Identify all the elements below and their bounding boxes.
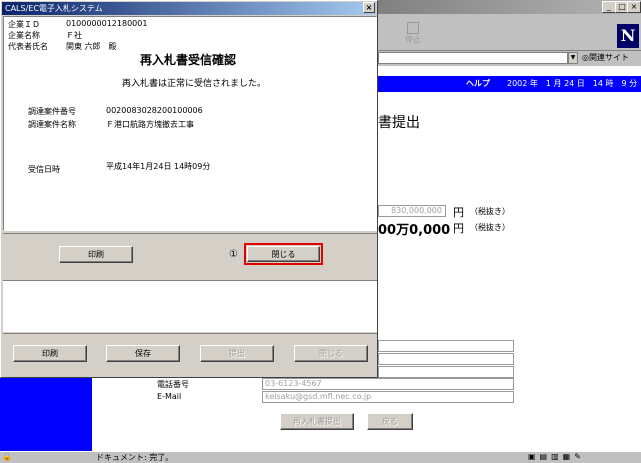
dialog-close-button[interactable]: × xyxy=(363,2,375,13)
company-name-value: Ｆ社 xyxy=(66,31,82,40)
amount-kanji-tax: （税抜き） xyxy=(470,223,510,232)
print-button[interactable]: 印刷 xyxy=(59,246,133,263)
left-blue-panel xyxy=(0,378,92,451)
amount-unit: 円 xyxy=(453,206,464,219)
amount-kanji: 00万0,000 xyxy=(378,223,451,238)
close-button[interactable]: 閉じる xyxy=(247,246,320,262)
dialog-message: 再入札書は正常に受信されました。 xyxy=(122,79,267,89)
bottom-close-button[interactable]: 閉じる xyxy=(294,345,368,362)
amount-kanji-unit: 円 xyxy=(453,222,464,235)
procurement-name-value: Ｆ港口航路方塊撤去工事 xyxy=(106,120,194,129)
form-field-row1[interactable] xyxy=(378,340,514,352)
minimize-button[interactable]: _ xyxy=(602,1,616,13)
header-datetime: 2002 年 1 月 24 日 14 時 9 分 xyxy=(507,79,638,88)
stop-label: 停止 xyxy=(405,35,421,44)
amount-input[interactable]: 830,000,000 xyxy=(378,205,446,217)
close-window-button[interactable]: × xyxy=(627,1,641,13)
bottom-print-button[interactable]: 印刷 xyxy=(13,345,87,362)
resubmit-button[interactable]: 再入札書提出 xyxy=(280,413,354,430)
dialog-content: 企業ＩＤ 0100000012180001 企業名称 Ｆ社 代表者氏名 関東 六… xyxy=(3,16,377,231)
related-sites-icon: ◎ xyxy=(582,53,589,62)
security-icon[interactable]: 🔒 xyxy=(2,452,14,462)
submit-button[interactable]: 提出 xyxy=(200,345,274,362)
email-field[interactable]: keisaku@gsd.mfl.nec.co.jp xyxy=(262,391,514,403)
phone-label: 電話番号 xyxy=(157,380,189,389)
dialog-title: CALS/EC電子入札システム xyxy=(5,4,103,13)
dropdown-arrow-icon[interactable]: ▼ xyxy=(568,52,578,64)
received-datetime-value: 平成14年1月24日 14時09分 xyxy=(106,162,211,171)
component-bar-icons[interactable]: ▣▤▥▦✎ xyxy=(528,452,638,462)
company-name-label: 企業名称 xyxy=(8,31,40,40)
procurement-no-label: 調達案件番号 xyxy=(28,107,76,116)
rep-name-value: 関東 六郎 殿 xyxy=(66,42,117,51)
related-sites-button[interactable]: ◎関連サイト xyxy=(582,52,640,64)
progress-bar xyxy=(16,453,90,462)
dialog-window: CALS/EC電子入札システム × 企業ＩＤ 0100000012180001 … xyxy=(0,0,378,378)
related-sites-label: 関連サイト xyxy=(588,53,629,62)
email-label: E-Mail xyxy=(157,392,182,401)
page-title: 書提出 xyxy=(378,115,420,131)
stop-icon xyxy=(407,22,419,34)
save-button[interactable]: 保存 xyxy=(106,345,180,362)
received-datetime-label: 受信日時 xyxy=(28,165,60,174)
procurement-no-value: 0020083028200100006 xyxy=(106,106,203,115)
dialog-titlebar: CALS/EC電子入札システム xyxy=(2,2,376,15)
rep-name-label: 代表者氏名 xyxy=(8,42,48,51)
annotation-marker: ① xyxy=(229,249,238,260)
location-bar[interactable] xyxy=(378,52,568,64)
company-id-label: 企業ＩＤ xyxy=(8,20,40,29)
stop-button[interactable]: 停止 xyxy=(402,22,424,48)
page-header-bar: ヘルプ 2002 年 1 月 24 日 14 時 9 分 xyxy=(378,76,641,92)
dialog-lower-area xyxy=(3,280,377,332)
amount-tax: （税抜き） xyxy=(470,207,510,216)
procurement-name-label: 調達案件名称 xyxy=(28,120,76,129)
netscape-logo: N xyxy=(617,24,639,48)
back-button[interactable]: 戻る xyxy=(367,413,413,430)
form-field-row3[interactable] xyxy=(378,366,514,378)
help-link[interactable]: ヘルプ xyxy=(466,76,490,92)
phone-field[interactable]: 03-6123-4567 xyxy=(262,378,514,390)
status-text: ドキュメント: 完了。 xyxy=(96,453,174,462)
dialog-heading: 再入札書受信確認 xyxy=(140,53,237,67)
company-id-value: 0100000012180001 xyxy=(66,19,148,28)
form-field-row2[interactable] xyxy=(378,353,514,365)
